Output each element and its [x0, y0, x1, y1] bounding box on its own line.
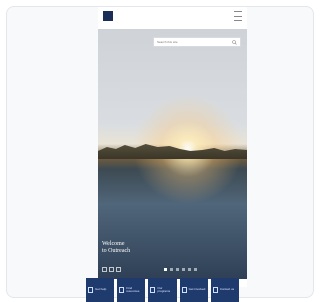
carousel-pause-button[interactable] — [116, 267, 121, 272]
carousel-next-button[interactable] — [109, 267, 114, 272]
quick-link-tile[interactable]: Get involved — [179, 278, 208, 302]
search-input[interactable] — [154, 38, 236, 46]
hamburger-menu-icon[interactable] — [234, 11, 242, 21]
calendar-icon — [150, 287, 156, 293]
carousel-dot[interactable] — [176, 268, 179, 271]
hero-banner: Welcome to Outreach — [98, 29, 247, 279]
quick-link-label: Our programs — [157, 285, 171, 293]
carousel-dot[interactable] — [194, 268, 197, 271]
quick-link-label: Find resources — [126, 285, 140, 293]
carousel-dots — [164, 268, 197, 271]
quick-link-label: Get help — [95, 287, 107, 292]
preview-card: Welcome to Outreach — [6, 6, 314, 298]
site-header — [98, 7, 247, 29]
carousel-prev-button[interactable] — [102, 267, 107, 272]
quick-link-label: Contact us — [219, 287, 235, 292]
carousel-dot[interactable] — [164, 268, 167, 271]
carousel-dot[interactable] — [188, 268, 191, 271]
tree-silhouette — [98, 144, 247, 159]
search-box[interactable] — [153, 37, 241, 47]
quick-link-label: Get involved — [188, 287, 206, 292]
people-icon — [181, 287, 187, 293]
welcome-heading: Welcome to Outreach — [102, 241, 130, 255]
welcome-line-1: Welcome — [102, 241, 125, 247]
welcome-line-2: to Outreach — [102, 248, 131, 254]
search-icon[interactable] — [232, 40, 237, 45]
mobile-page-preview: Welcome to Outreach — [98, 7, 247, 287]
document-icon — [119, 287, 125, 293]
quick-link-tile[interactable]: Find resources — [117, 278, 146, 302]
contact-icon — [212, 287, 218, 293]
carousel-dot[interactable] — [182, 268, 185, 271]
quick-link-tile[interactable]: Get help — [86, 278, 115, 302]
quick-links: Get help Find resources Our programs Get in… — [86, 278, 240, 302]
carousel-dot[interactable] — [170, 268, 173, 271]
quick-link-tile[interactable]: Our programs — [148, 278, 177, 302]
site-logo[interactable] — [103, 11, 113, 21]
globe-icon — [88, 287, 93, 293]
quick-link-tile[interactable]: Contact us — [210, 278, 240, 302]
